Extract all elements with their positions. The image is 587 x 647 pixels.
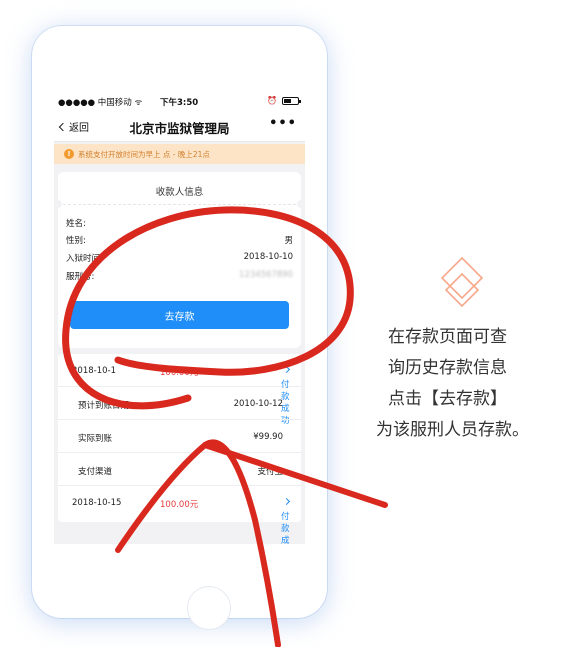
more-icon[interactable]: ••• (269, 116, 297, 131)
deposit-history: 2018-10-1 100.00元 付款成功 预计到账日期 2010-10-12… (58, 354, 301, 544)
chevron-right-icon (282, 497, 291, 506)
row-value: ¥99.90 (253, 432, 283, 442)
chevron-right-icon (282, 365, 291, 374)
row-label: 支付渠道 (78, 467, 113, 477)
history-amount: 100.00元 (160, 500, 199, 510)
clock: 下午3:50 (160, 98, 199, 108)
side-line: 点击【去存款】 (388, 389, 507, 409)
phone-screen: ●●●●● 中国移动 ᯤ 下午3:50 ⏰ 返回 北京市监狱管理局 ••• ! … (54, 92, 305, 544)
nav-bar: 返回 北京市监狱管理局 ••• (54, 110, 305, 142)
history-row: 支付渠道 支付宝 (58, 453, 301, 486)
side-line: 询历史存款信息 (388, 358, 507, 378)
history-row[interactable]: 2018-10-15 100.00元 付款成功 (58, 486, 301, 544)
info-icon: ! (64, 149, 74, 159)
diamond-logo-icon (440, 256, 484, 308)
field-name: 姓名: (66, 217, 293, 229)
field-gender: 性别: 男 (66, 234, 293, 246)
field-entry-date: 入狱时间: 2018-10-10 (66, 252, 293, 264)
alarm-icon: ⏰ (267, 96, 277, 105)
deposit-button[interactable]: 去存款 (70, 301, 289, 329)
row-value: 支付宝 (257, 467, 283, 477)
field-label: 性别: (66, 236, 86, 246)
status-icons: ⏰ (267, 96, 301, 105)
card-notch (297, 200, 305, 208)
card-title: 收款人信息 (155, 187, 204, 198)
payee-info-card: 收款人信息 姓名: 性别: 男 入狱时间: 2018-10-10 服刑号: 12… (54, 172, 305, 348)
field-label: 入狱时间: (66, 254, 103, 264)
notice-banner: ! 系统支付开放时间为早上 点 - 晚上21点 (54, 144, 305, 164)
home-button[interactable] (187, 586, 231, 630)
card-divider (58, 204, 301, 205)
history-row: 实际到账 ¥99.90 (58, 420, 301, 453)
field-label: 服刑号: (66, 272, 95, 282)
card-notch (54, 200, 62, 208)
status-bar: ●●●●● 中国移动 ᯤ 下午3:50 ⏰ (54, 92, 305, 110)
field-inmate-number: 服刑号: 1234567890 (66, 270, 293, 282)
row-label: 实际到账 (78, 434, 113, 444)
history-status: 付款成功 (281, 365, 291, 426)
side-line: 为该服刑人员存款。 (376, 420, 529, 440)
history-date: 2018-10-1 (72, 366, 116, 376)
history-date: 2018-10-15 (72, 498, 122, 508)
history-status: 付款成功 (281, 497, 291, 544)
row-label: 预计到账日期 (78, 401, 130, 411)
field-value: 男 (284, 236, 293, 246)
field-label: 姓名: (66, 219, 86, 229)
field-value: 2018-10-10 (243, 252, 293, 262)
carrier-label: ●●●●● 中国移动 ᯤ (58, 98, 143, 108)
battery-icon (282, 96, 301, 105)
history-row[interactable]: 2018-10-1 100.00元 付款成功 (58, 354, 301, 426)
side-description: 在存款页面可查 询历史存款信息 点击【去存款】 为该服刑人员存款。 (376, 322, 576, 446)
row-value: 2010-10-12 (233, 399, 283, 409)
field-value: 1234567890 (238, 270, 293, 280)
page-title: 北京市监狱管理局 (129, 121, 230, 136)
history-amount: 100.00元 (160, 368, 199, 378)
notice-text: 系统支付开放时间为早上 点 - 晚上21点 (78, 149, 210, 159)
history-row: 预计到账日期 2010-10-12 (58, 387, 301, 420)
side-line: 在存款页面可查 (388, 327, 507, 347)
